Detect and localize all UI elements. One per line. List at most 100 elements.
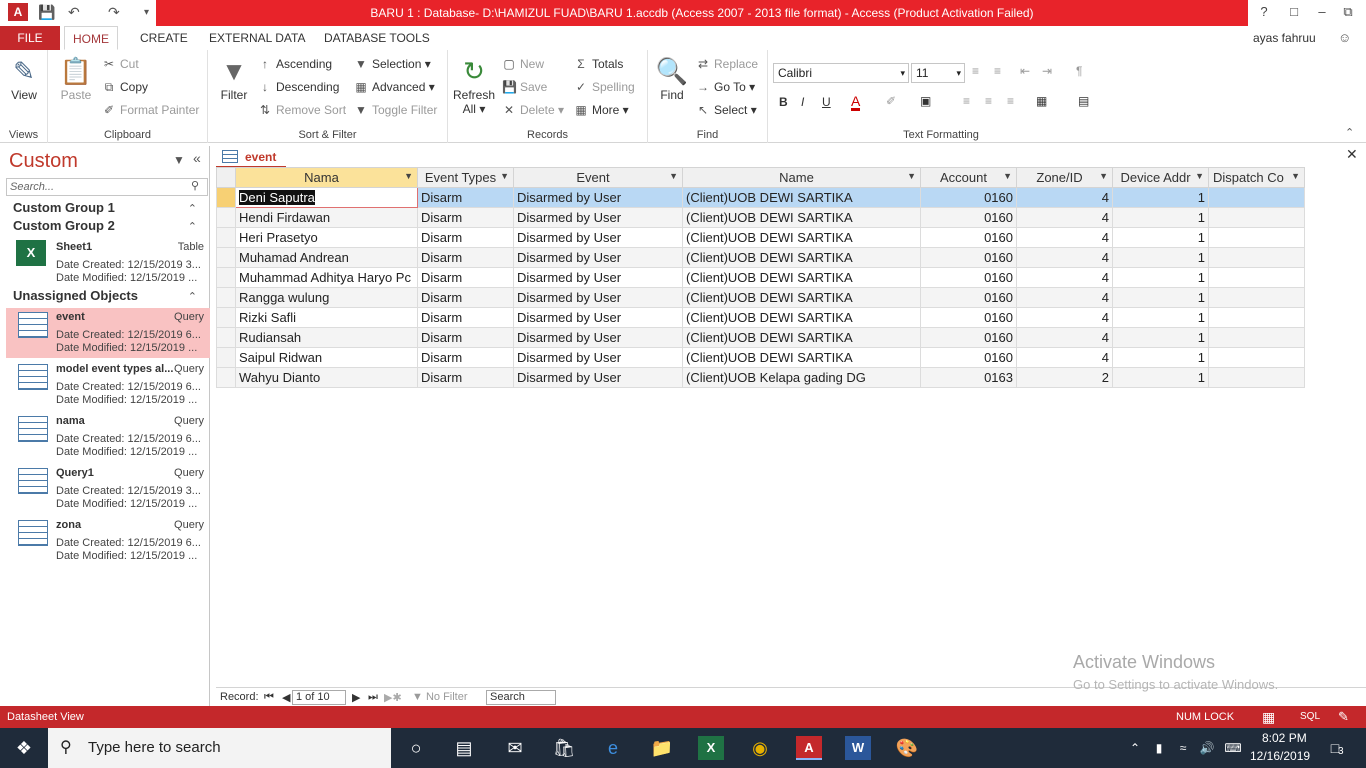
highlight-icon[interactable]: ✐ [886,94,896,108]
bold-button[interactable]: B [779,95,788,109]
record-selector[interactable] [216,347,236,368]
table-cell[interactable]: (Client)UOB DEWI SARTIKA [682,247,921,268]
table-cell[interactable]: 4 [1016,207,1113,228]
collapse-group-icon[interactable]: ⌃ [188,290,197,303]
chevron-down-icon[interactable]: ▼ [669,171,678,181]
shutter-bar-icon[interactable]: « [193,150,201,166]
align-right-icon[interactable]: ≡ [1007,94,1014,108]
table-cell[interactable] [1208,247,1305,268]
table-row[interactable]: Rudiansah Disarm Disarmed by User (Client)U… [216,327,1305,348]
show-hidden-icons-icon[interactable]: ⌃ [1122,736,1148,760]
table-cell[interactable]: 0160 [920,267,1017,288]
document-tab-event[interactable]: event [216,146,286,168]
column-header[interactable]: Event ▼ [513,167,683,188]
volume-icon[interactable]: 🔊 [1194,736,1220,760]
table-cell[interactable]: Saipul Ridwan [235,347,418,368]
record-selector[interactable] [216,267,236,288]
keyboard-icon[interactable]: ⌨ [1220,736,1246,760]
record-selector[interactable] [216,207,236,228]
chevron-down-icon[interactable]: ▼ [1195,171,1204,181]
nav-group-custom-1[interactable]: Custom Group 1 [13,200,115,215]
collapse-ribbon-icon[interactable]: ⌃ [1345,126,1354,139]
first-record-button[interactable]: ⏮ [264,691,274,704]
table-cell[interactable]: Rangga wulung [235,287,418,308]
column-header[interactable]: Device Addr ▼ [1112,167,1209,188]
file-explorer-icon[interactable]: 📁 [649,736,675,760]
redo-icon[interactable]: ↷ [108,4,120,21]
delete-record-button[interactable]: ✕ Delete ▾ [502,103,564,117]
user-name[interactable]: ayas fahruu [1245,26,1324,50]
user-avatar-icon[interactable]: ☺ [1338,30,1351,45]
more-button[interactable]: ▦ More ▾ [574,103,628,117]
save-record-button[interactable]: 💾 Save [502,80,547,94]
table-cell[interactable]: 1 [1112,347,1209,368]
design-view-icon[interactable]: ✎ [1338,706,1349,728]
chevron-down-icon[interactable]: ▼ [1003,171,1012,181]
format-painter-button[interactable]: ✐ Format Painter [102,103,199,117]
table-cell[interactable]: Rudiansah [235,327,418,348]
record-selector[interactable] [216,227,236,248]
word-taskbar-icon[interactable]: W [845,736,871,760]
column-header[interactable]: Name ▼ [682,167,921,188]
table-cell[interactable] [1208,307,1305,328]
chevron-down-icon[interactable]: ▼ [907,171,916,181]
table-cell[interactable]: 4 [1016,247,1113,268]
table-cell[interactable]: (Client)UOB DEWI SARTIKA [682,327,921,348]
view-button[interactable]: ✎ View [6,54,42,102]
table-cell[interactable]: Disarm [417,247,514,268]
table-cell[interactable]: Heri Prasetyo [235,227,418,248]
chevron-down-icon[interactable]: ▼ [1291,171,1300,181]
table-cell[interactable]: Disarmed by User [513,187,683,208]
table-cell[interactable]: 0163 [920,367,1017,388]
maximize-button[interactable]: ⧉ [1338,4,1358,20]
column-header[interactable]: Account ▼ [920,167,1017,188]
datasheet-view-icon[interactable]: ▦ [1262,706,1275,728]
nav-search-input[interactable]: Search... [6,178,208,196]
bullets-icon[interactable]: ≡ [972,64,979,78]
descending-button[interactable]: ↓ Descending [258,80,339,94]
table-cell[interactable]: Disarmed by User [513,307,683,328]
font-size-select[interactable]: 11 ▾ [911,63,965,83]
previous-record-button[interactable]: ◀ [282,691,290,704]
table-cell[interactable]: (Client)UOB DEWI SARTIKA [682,207,921,228]
table-row[interactable]: Muhamad Andrean Disarm Disarmed by User (Cl… [216,247,1305,268]
no-filter-button[interactable]: ▼ No Filter [412,691,468,703]
table-cell[interactable]: 1 [1112,287,1209,308]
table-cell[interactable]: 4 [1016,327,1113,348]
advanced-button[interactable]: ▦ Advanced ▾ [354,80,434,94]
table-cell[interactable]: Disarm [417,267,514,288]
store-icon[interactable]: 🛍 [551,736,577,760]
paint-icon[interactable]: 🎨 [894,736,920,760]
table-cell[interactable]: Wahyu Dianto [235,367,418,388]
table-row[interactable]: Saipul Ridwan Disarm Disarmed by User (Clie… [216,347,1305,368]
clock-time[interactable]: 8:02 PM [1262,731,1307,745]
table-cell[interactable]: 0160 [920,327,1017,348]
ascending-button[interactable]: ↑ Ascending [258,57,332,71]
record-selector[interactable] [216,327,236,348]
gridlines-icon[interactable]: ▦ [1036,94,1047,108]
table-cell[interactable]: Disarmed by User [513,327,683,348]
record-selector[interactable] [216,367,236,388]
tab-home[interactable]: HOME [64,26,118,50]
table-cell[interactable] [1208,327,1305,348]
search-icon[interactable]: ⚲ [191,179,199,192]
chevron-down-icon[interactable]: ▼ [500,171,509,181]
record-selector[interactable] [216,187,236,208]
record-selector[interactable] [216,247,236,268]
table-cell[interactable]: Disarmed by User [513,287,683,308]
paragraph-direction-icon[interactable]: ¶ [1076,64,1082,78]
increase-indent-icon[interactable]: ⇥ [1042,64,1052,78]
task-view-icon[interactable]: ▤ [451,736,477,760]
table-cell[interactable]: 1 [1112,187,1209,208]
table-cell[interactable]: 1 [1112,227,1209,248]
table-cell[interactable]: 0160 [920,247,1017,268]
next-record-button[interactable]: ▶ [352,691,360,704]
table-cell[interactable]: Disarmed by User [513,207,683,228]
table-cell[interactable]: Disarm [417,307,514,328]
help-button[interactable]: ? [1254,4,1274,19]
column-header[interactable]: Zone/ID ▼ [1016,167,1113,188]
replace-button[interactable]: ⇄ Replace [696,57,758,71]
table-row[interactable]: Muhammad Adhitya Haryo Pc Disarm Disarmed … [216,267,1305,288]
nav-group-custom-2[interactable]: Custom Group 2 [13,218,115,233]
clock-date[interactable]: 12/16/2019 [1250,749,1310,763]
